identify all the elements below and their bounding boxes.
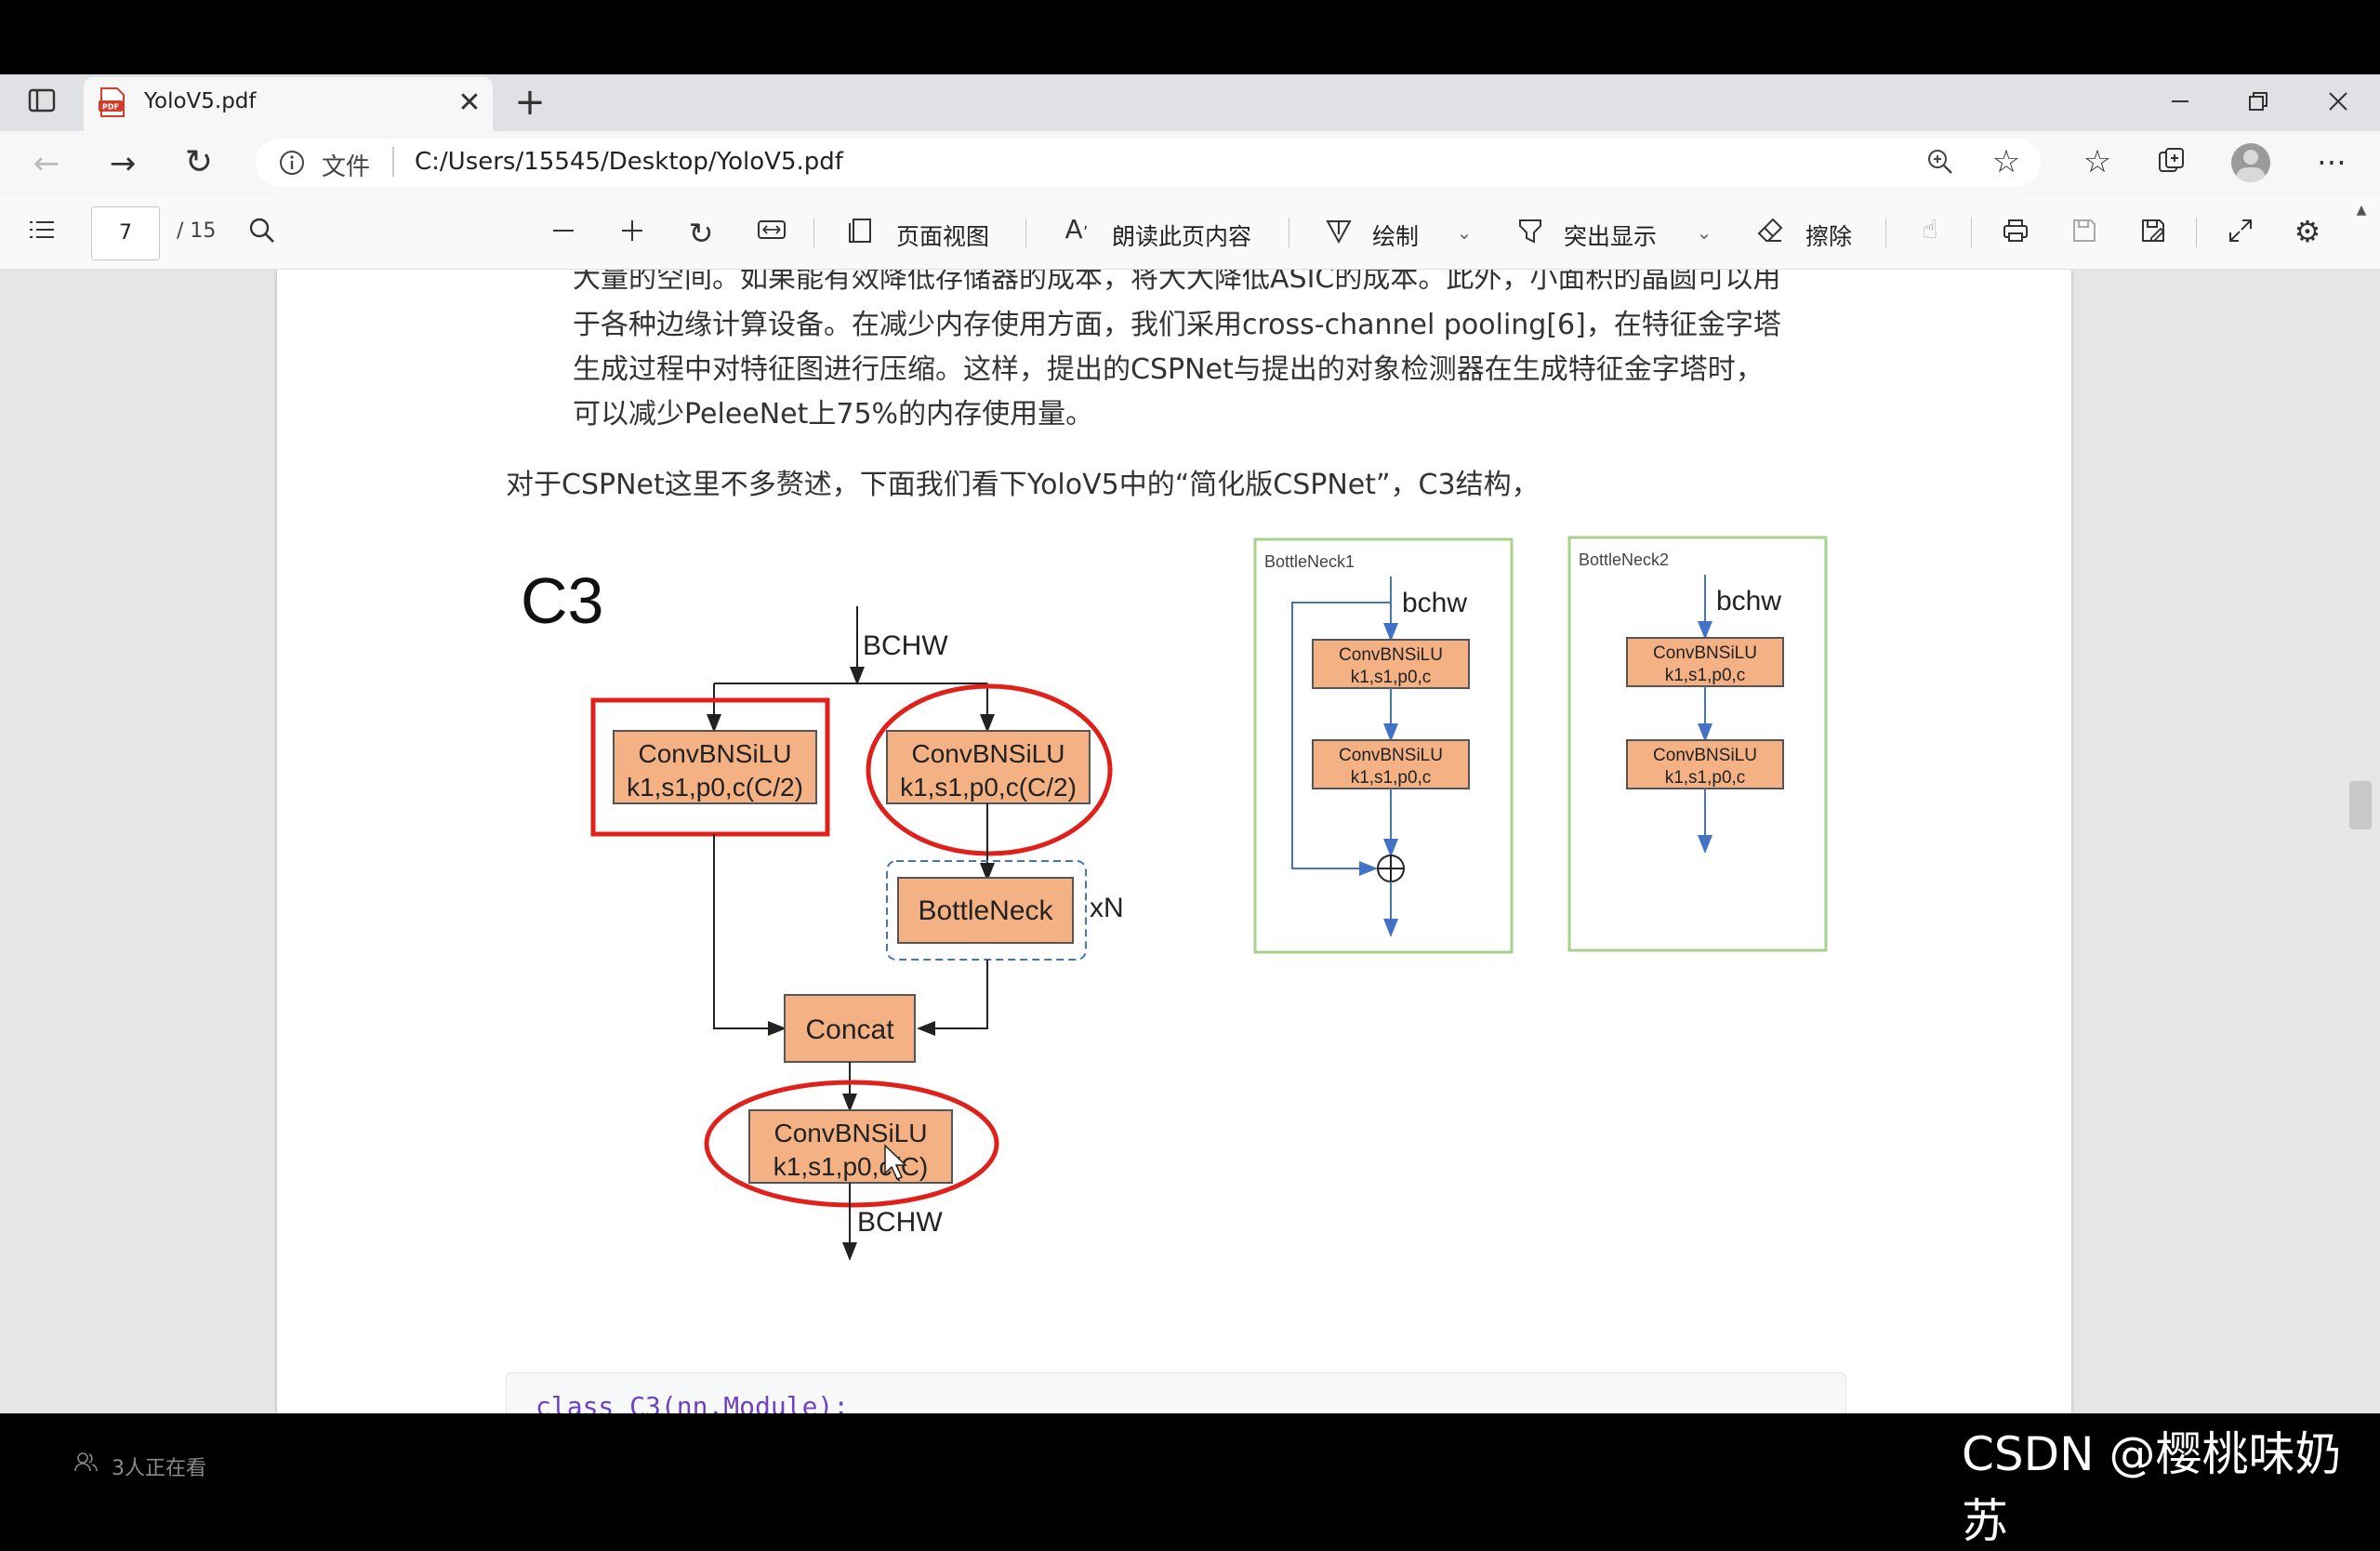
refresh-icon[interactable]: ↻ xyxy=(180,143,218,181)
info-icon[interactable] xyxy=(279,150,305,176)
tab-actions-icon[interactable] xyxy=(20,87,63,119)
bn2-input-label: bchw xyxy=(1716,586,1781,616)
left-to-concat-arrow xyxy=(713,834,787,1036)
save-as-icon[interactable] xyxy=(2135,216,2172,249)
settings-gear-icon[interactable]: ⚙ xyxy=(2289,214,2326,251)
fit-width-icon[interactable] xyxy=(753,216,790,249)
pdf-file-icon: PDF xyxy=(99,86,126,118)
more-menu-icon[interactable]: ⋯ xyxy=(2313,145,2350,182)
toolbar-separator xyxy=(2196,218,2197,247)
code-line: class C3(nn.Module): xyxy=(536,1391,850,1413)
url-text[interactable]: C:/Users/15545/Desktop/YoloV5.pdf xyxy=(415,148,843,176)
search-icon[interactable] xyxy=(244,216,281,249)
conv-out-line2: k1,s1,p0,c(C) xyxy=(774,1152,929,1181)
fullscreen-icon[interactable] xyxy=(2222,216,2259,249)
viewer-count: 3人正在看 xyxy=(112,1457,206,1480)
watermark: CSDN @樱桃味奶苏 xyxy=(1962,1427,2342,1548)
toolbar-separator xyxy=(1025,218,1026,247)
toolbar-separator xyxy=(1885,218,1886,247)
bn1-conv2-line1: ConvBNSiLU xyxy=(1339,746,1443,765)
total-pages: / 15 xyxy=(177,219,217,243)
conv-right-line2: k1,s1,p0,c(C/2) xyxy=(900,773,1077,802)
bottleneck-to-concat-arrow xyxy=(917,960,988,1036)
favorites-icon[interactable]: ☆ xyxy=(2079,143,2116,180)
bn2-conv2-line2: k1,s1,p0,c xyxy=(1665,768,1746,788)
url-separator xyxy=(392,147,394,177)
back-icon[interactable]: ← xyxy=(28,145,65,182)
zoom-out-icon[interactable] xyxy=(545,216,582,249)
save-icon[interactable] xyxy=(2066,216,2103,249)
input-label: BCHW xyxy=(863,630,948,661)
repeat-label: xN xyxy=(1090,893,1124,923)
page-view-label[interactable]: 页面视图 xyxy=(896,219,989,252)
bn1-conv1-line2: k1,s1,p0,c xyxy=(1351,668,1432,687)
profile-avatar[interactable] xyxy=(2231,143,2270,182)
tab-title: YoloV5.pdf xyxy=(144,89,257,113)
url-scheme-label: 文件 xyxy=(322,153,371,181)
pdf-viewer[interactable]: 大量的空间。如果能有效降低存储器的成本，将大大降低ASIC的成本。此外，小面积的… xyxy=(0,270,2380,1413)
top-black-bar xyxy=(0,0,2380,74)
rotate-icon[interactable]: ↻ xyxy=(682,216,720,251)
pdf-page: 大量的空间。如果能有效降低存储器的成本，将大大降低ASIC的成本。此外，小面积的… xyxy=(277,270,2071,1413)
erase-label[interactable]: 擦除 xyxy=(1805,219,1852,252)
highlight-label[interactable]: 突出显示 xyxy=(1564,219,1657,252)
toolbar-separator xyxy=(1971,218,1972,247)
draw-icon[interactable] xyxy=(1320,216,1357,249)
close-window-icon[interactable] xyxy=(2317,87,2360,119)
bottleneck2-title: BottleNeck2 xyxy=(1579,550,1669,569)
bn2-conv1-line1: ConvBNSiLU xyxy=(1653,643,1757,663)
page-number-input[interactable]: 7 xyxy=(91,206,160,260)
zoom-icon[interactable] xyxy=(1924,147,1956,179)
chevron-down-icon[interactable]: ⌄ xyxy=(1450,221,1478,247)
conv-out-line1: ConvBNSiLU xyxy=(774,1119,928,1147)
viewer-count-icon xyxy=(74,1451,99,1473)
read-aloud-icon[interactable]: Aʼ xyxy=(1058,214,1095,247)
zoom-in-icon[interactable] xyxy=(614,216,651,249)
bn1-conv1-line1: ConvBNSiLU xyxy=(1339,645,1443,665)
read-aloud-label[interactable]: 朗读此页内容 xyxy=(1112,219,1251,252)
draw-label[interactable]: 绘制 xyxy=(1372,219,1419,252)
highlight-icon[interactable] xyxy=(1512,216,1549,249)
add-favorite-icon[interactable]: ☆ xyxy=(1988,143,2025,180)
svg-text:PDF: PDF xyxy=(102,103,119,112)
print-icon[interactable] xyxy=(1997,216,2034,249)
close-tab-icon[interactable]: ✕ xyxy=(454,87,485,119)
touch-hand-icon[interactable]: ☝ xyxy=(1911,214,1949,247)
page-view-icon[interactable] xyxy=(842,216,879,249)
bn2-conv2-line1: ConvBNSiLU xyxy=(1653,746,1757,765)
conv-left-line2: k1,s1,p0,c(C/2) xyxy=(627,773,803,802)
c3-title: C3 xyxy=(521,564,603,637)
vertical-scrollbar[interactable] xyxy=(2349,781,2372,829)
toolbar-separator xyxy=(813,218,814,247)
bottleneck-label: BottleNeck xyxy=(918,895,1053,926)
c3-structure-diagram: C3 BCHW ConvBNSiLU k1,s1,p0,c(C/2) ConvB… xyxy=(521,536,1828,1261)
concat-label: Concat xyxy=(805,1014,894,1045)
bn1-conv2-line2: k1,s1,p0,c xyxy=(1351,768,1432,788)
collections-icon[interactable] xyxy=(2153,145,2190,182)
minimize-icon[interactable] xyxy=(2159,87,2202,119)
output-label: BCHW xyxy=(857,1207,943,1238)
conv-right-line1: ConvBNSiLU xyxy=(912,739,1065,768)
table-of-contents-icon[interactable] xyxy=(22,216,61,249)
bn2-conv1-line2: k1,s1,p0,c xyxy=(1665,666,1746,685)
scroll-up-arrow[interactable]: ▲ xyxy=(2350,203,2373,225)
bn1-input-label: bchw xyxy=(1402,588,1467,618)
eraser-icon[interactable] xyxy=(1752,216,1789,249)
forward-icon[interactable]: → xyxy=(104,145,141,182)
restore-icon[interactable] xyxy=(2237,87,2280,119)
new-tab-icon[interactable]: + xyxy=(511,84,549,121)
bottleneck1-title: BottleNeck1 xyxy=(1264,552,1355,571)
conv-left-line1: ConvBNSiLU xyxy=(639,739,792,768)
chevron-down-icon[interactable]: ⌄ xyxy=(1690,221,1718,247)
